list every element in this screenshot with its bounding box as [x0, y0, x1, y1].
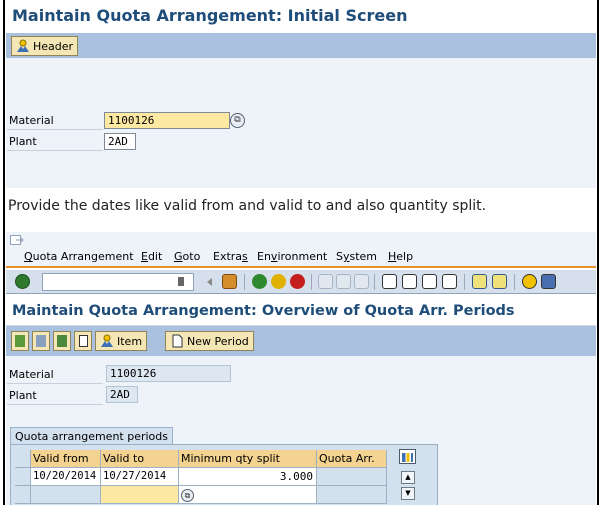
new-document-icon — [172, 334, 183, 348]
next-page-icon[interactable] — [422, 274, 437, 289]
overview-plant-value: 2AD — [106, 386, 138, 403]
create-session-icon[interactable] — [472, 274, 487, 289]
column-header-valid-from[interactable]: Valid from — [31, 450, 101, 468]
overview-title: Maintain Quota Arrangement: Overview of … — [12, 303, 515, 319]
help-icon[interactable] — [522, 274, 537, 289]
collapse-icon[interactable] — [207, 278, 212, 286]
customize-layout-icon[interactable] — [541, 274, 556, 289]
initial-screen-title: Maintain Quota Arrangement: Initial Scre… — [12, 6, 408, 25]
header-button-label: Header — [33, 39, 74, 53]
scroll-up-button[interactable]: ▲ — [401, 471, 415, 484]
standard-toolbar — [6, 270, 596, 294]
value-help-icon[interactable]: ⧉ — [230, 113, 245, 128]
print-icon[interactable] — [318, 274, 333, 289]
header-button[interactable]: Header — [11, 36, 79, 56]
trash-icon — [78, 335, 88, 347]
item-button[interactable]: Item — [95, 331, 148, 351]
initial-screen-app-toolbar: Header — [6, 33, 596, 58]
row-2-valid-to-input[interactable] — [101, 486, 179, 504]
row-2-min-qty-split[interactable] — [179, 486, 317, 504]
cancel-icon[interactable] — [290, 274, 305, 289]
command-history-icon[interactable] — [178, 277, 184, 286]
menu-system[interactable]: System — [336, 250, 377, 263]
material-input[interactable]: 1100126 — [104, 112, 230, 129]
item-button-label: Item — [117, 334, 143, 348]
row-1-valid-from[interactable]: 10/20/2014 — [31, 468, 101, 486]
menu-environment[interactable]: Environment — [257, 250, 327, 263]
save-icon[interactable] — [222, 274, 237, 289]
create-shortcut-icon[interactable] — [492, 274, 507, 289]
previous-page-icon[interactable] — [402, 274, 417, 289]
scroll-down-button[interactable]: ▼ — [401, 487, 415, 500]
select-all-icon — [15, 335, 25, 347]
plant-label: Plant — [7, 135, 103, 151]
menu-goto[interactable]: Goto — [174, 250, 200, 263]
deselect-all-icon — [57, 335, 67, 347]
row-2-quota-arr — [317, 486, 387, 504]
menu-bar: Quota Arrangement Edit Goto Extras Envir… — [6, 232, 596, 268]
select-block-button[interactable] — [32, 331, 50, 351]
column-header-valid-to[interactable]: Valid to — [101, 450, 179, 468]
last-page-icon[interactable] — [442, 274, 457, 289]
row-2-valid-from — [31, 486, 101, 504]
overview-title-bar: Maintain Quota Arrangement: Overview of … — [6, 296, 596, 326]
instruction-text: Provide the dates like valid from and va… — [8, 198, 487, 214]
column-config-icon[interactable] — [399, 449, 416, 464]
row-1-min-qty-split[interactable]: 3.000 — [179, 468, 317, 486]
row-1-quota-arr — [317, 468, 387, 486]
overview-app-toolbar: Item New Period — [6, 326, 596, 356]
item-person-icon — [101, 334, 113, 347]
overview-material-value: 1100126 — [106, 365, 231, 382]
select-all-button[interactable] — [11, 331, 29, 351]
header-person-icon — [17, 39, 29, 52]
value-help-icon[interactable]: ⧉ — [181, 489, 194, 502]
plant-input[interactable]: 2AD — [104, 133, 136, 150]
find-next-icon[interactable] — [354, 274, 369, 289]
deselect-all-button[interactable] — [53, 331, 71, 351]
menu-quota-arrangement[interactable]: Quota Arrangement — [24, 250, 134, 263]
overview-material-label: Material — [7, 368, 103, 384]
overview-plant-label: Plant — [7, 389, 103, 405]
menu-help[interactable]: Help — [388, 250, 413, 263]
material-label: Material — [7, 114, 103, 130]
exit-icon[interactable] — [271, 274, 286, 289]
enter-icon[interactable] — [15, 274, 30, 289]
row-selector[interactable] — [15, 468, 31, 486]
new-period-button[interactable]: New Period — [165, 331, 254, 351]
column-header-min-qty-split[interactable]: Minimum qty split — [179, 450, 317, 468]
select-all-rows-cell[interactable] — [15, 450, 31, 468]
row-1-valid-to[interactable]: 10/27/2014 — [101, 468, 179, 486]
find-icon[interactable] — [336, 274, 351, 289]
table-control-title: Quota arrangement periods — [10, 427, 174, 445]
select-block-icon — [36, 335, 46, 347]
back-icon[interactable] — [252, 274, 267, 289]
system-menu-icon[interactable] — [10, 235, 24, 246]
row-selector[interactable] — [15, 486, 31, 504]
column-header-quota-arr[interactable]: Quota Arr. — [317, 450, 387, 468]
first-page-icon[interactable] — [382, 274, 397, 289]
delete-button[interactable] — [74, 331, 92, 351]
initial-screen-title-bar: Maintain Quota Arrangement: Initial Scre… — [6, 0, 596, 33]
menu-edit[interactable]: Edit — [141, 250, 162, 263]
command-field[interactable] — [42, 273, 194, 291]
menu-extras[interactable]: Extras — [213, 250, 248, 263]
new-period-button-label: New Period — [187, 334, 249, 348]
